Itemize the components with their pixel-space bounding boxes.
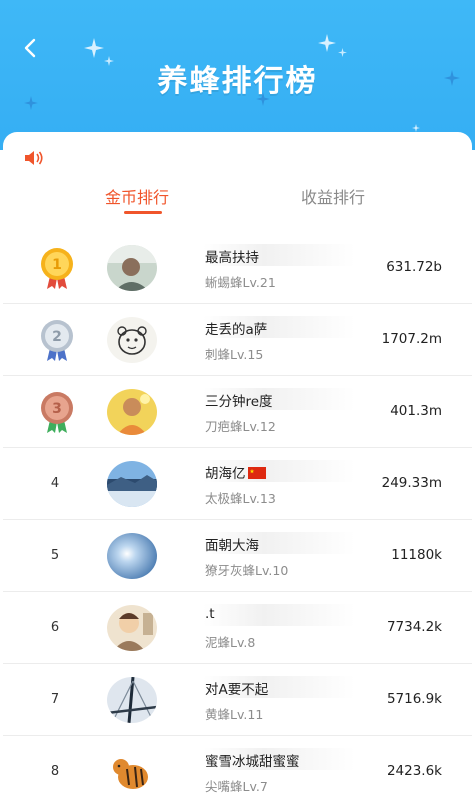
ranking-row[interactable]: 3 三分钟re度 刀疤蜂Lv.12 401.3m <box>3 376 472 448</box>
user-name: 最高扶持 <box>205 250 259 266</box>
ranking-row[interactable]: 8 蜜雪冰城甜蜜蜜 尖嘴蜂Lv.7 2423.6k <box>3 736 472 795</box>
rank-number: 5 <box>50 548 60 563</box>
bronze-medal-icon: 3 <box>41 392 73 433</box>
page-title: 养蜂排行榜 <box>157 64 318 99</box>
bee-level: 蜥蜴蜂Lv.21 <box>205 275 276 290</box>
rank-number: 4 <box>50 476 60 491</box>
gold-medal-icon: 1 <box>41 248 73 289</box>
avatar[interactable] <box>107 461 157 507</box>
user-name: 胡海亿 <box>205 466 246 482</box>
ranking-list: 1 最高扶持 蜥蜴蜂Lv.21 631.72b 2 走丢的a萨 刺蜂Lv.15 … <box>3 232 472 795</box>
rank-number: 7 <box>50 692 60 707</box>
active-tab-indicator <box>124 211 162 214</box>
avatar[interactable] <box>107 605 157 651</box>
coin-value: 7734.2k <box>386 619 442 635</box>
coin-value: 1707.2m <box>381 331 442 347</box>
user-name: 对A要不起 <box>205 682 269 698</box>
coin-value: 2423.6k <box>386 763 442 779</box>
user-name: 蜜雪冰城甜蜜蜜 <box>205 754 300 770</box>
svg-text:2: 2 <box>52 329 62 345</box>
svg-text:3: 3 <box>52 401 62 417</box>
avatar[interactable] <box>107 317 157 363</box>
ranking-card: 金币排行 收益排行 1 最高扶持 蜥蜴蜂Lv.21 631.72b 2 走丢的a… <box>3 132 472 795</box>
china-flag-icon <box>247 467 266 479</box>
ranking-row[interactable]: 7 对A要不起 黄蜂Lv.11 5716.9k <box>3 664 472 736</box>
tab-income-ranking[interactable]: 收益排行 <box>301 184 365 208</box>
ranking-tabs: 金币排行 收益排行 <box>3 178 472 218</box>
svg-text:1: 1 <box>52 257 62 273</box>
avatar[interactable] <box>107 677 157 723</box>
bee-level: 泥蜂Lv.8 <box>205 635 256 650</box>
name-highlight <box>203 604 355 626</box>
silver-medal-icon: 2 <box>41 320 73 361</box>
user-name: 面朝大海 <box>205 538 259 554</box>
sparkle-icon <box>412 124 420 132</box>
avatar[interactable] <box>107 533 157 579</box>
avatar[interactable] <box>107 749 157 795</box>
user-name: .t <box>205 606 215 622</box>
avatar[interactable] <box>107 245 157 291</box>
sparkle-icon <box>318 34 336 52</box>
user-name: 三分钟re度 <box>205 394 273 410</box>
tab-gold-ranking[interactable]: 金币排行 <box>105 184 169 208</box>
coin-value: 401.3m <box>390 403 442 419</box>
rank-number: 8 <box>50 764 60 779</box>
speaker-icon[interactable] <box>23 150 45 166</box>
user-name-with-flag: 胡海亿 <box>205 462 266 482</box>
back-arrow-icon <box>24 38 36 58</box>
bee-level: 獠牙灰蜂Lv.10 <box>205 563 289 578</box>
ranking-row[interactable]: 5 面朝大海 獠牙灰蜂Lv.10 11180k <box>3 520 472 592</box>
bee-level: 刀疤蜂Lv.12 <box>205 419 276 434</box>
ranking-row[interactable]: 6 .t 泥蜂Lv.8 7734.2k <box>3 592 472 664</box>
leaderboard-page: 养蜂排行榜 金币排行 收益排行 1 最高扶持 蜥蜴蜂Lv.21 631.72b … <box>0 0 475 795</box>
coin-value: 5716.9k <box>386 691 442 707</box>
header-banner: 养蜂排行榜 <box>0 0 475 150</box>
ranking-row[interactable]: 1 最高扶持 蜥蜴蜂Lv.21 631.72b <box>3 232 472 304</box>
coin-value: 11180k <box>391 547 442 563</box>
avatar[interactable] <box>107 389 157 435</box>
ranking-row[interactable]: 4 胡海亿 太极蜂Lv.13 249.33m <box>3 448 472 520</box>
bee-level: 尖嘴蜂Lv.7 <box>205 779 268 794</box>
bee-level: 黄蜂Lv.11 <box>205 707 264 722</box>
coin-value: 631.72b <box>386 259 442 275</box>
sparkle-icon <box>84 38 104 58</box>
rank-number: 6 <box>50 620 60 635</box>
coin-value: 249.33m <box>381 475 442 491</box>
bee-level: 刺蜂Lv.15 <box>205 347 264 362</box>
ranking-row[interactable]: 2 走丢的a萨 刺蜂Lv.15 1707.2m <box>3 304 472 376</box>
bee-level: 太极蜂Lv.13 <box>205 491 276 506</box>
user-name: 走丢的a萨 <box>205 322 268 338</box>
